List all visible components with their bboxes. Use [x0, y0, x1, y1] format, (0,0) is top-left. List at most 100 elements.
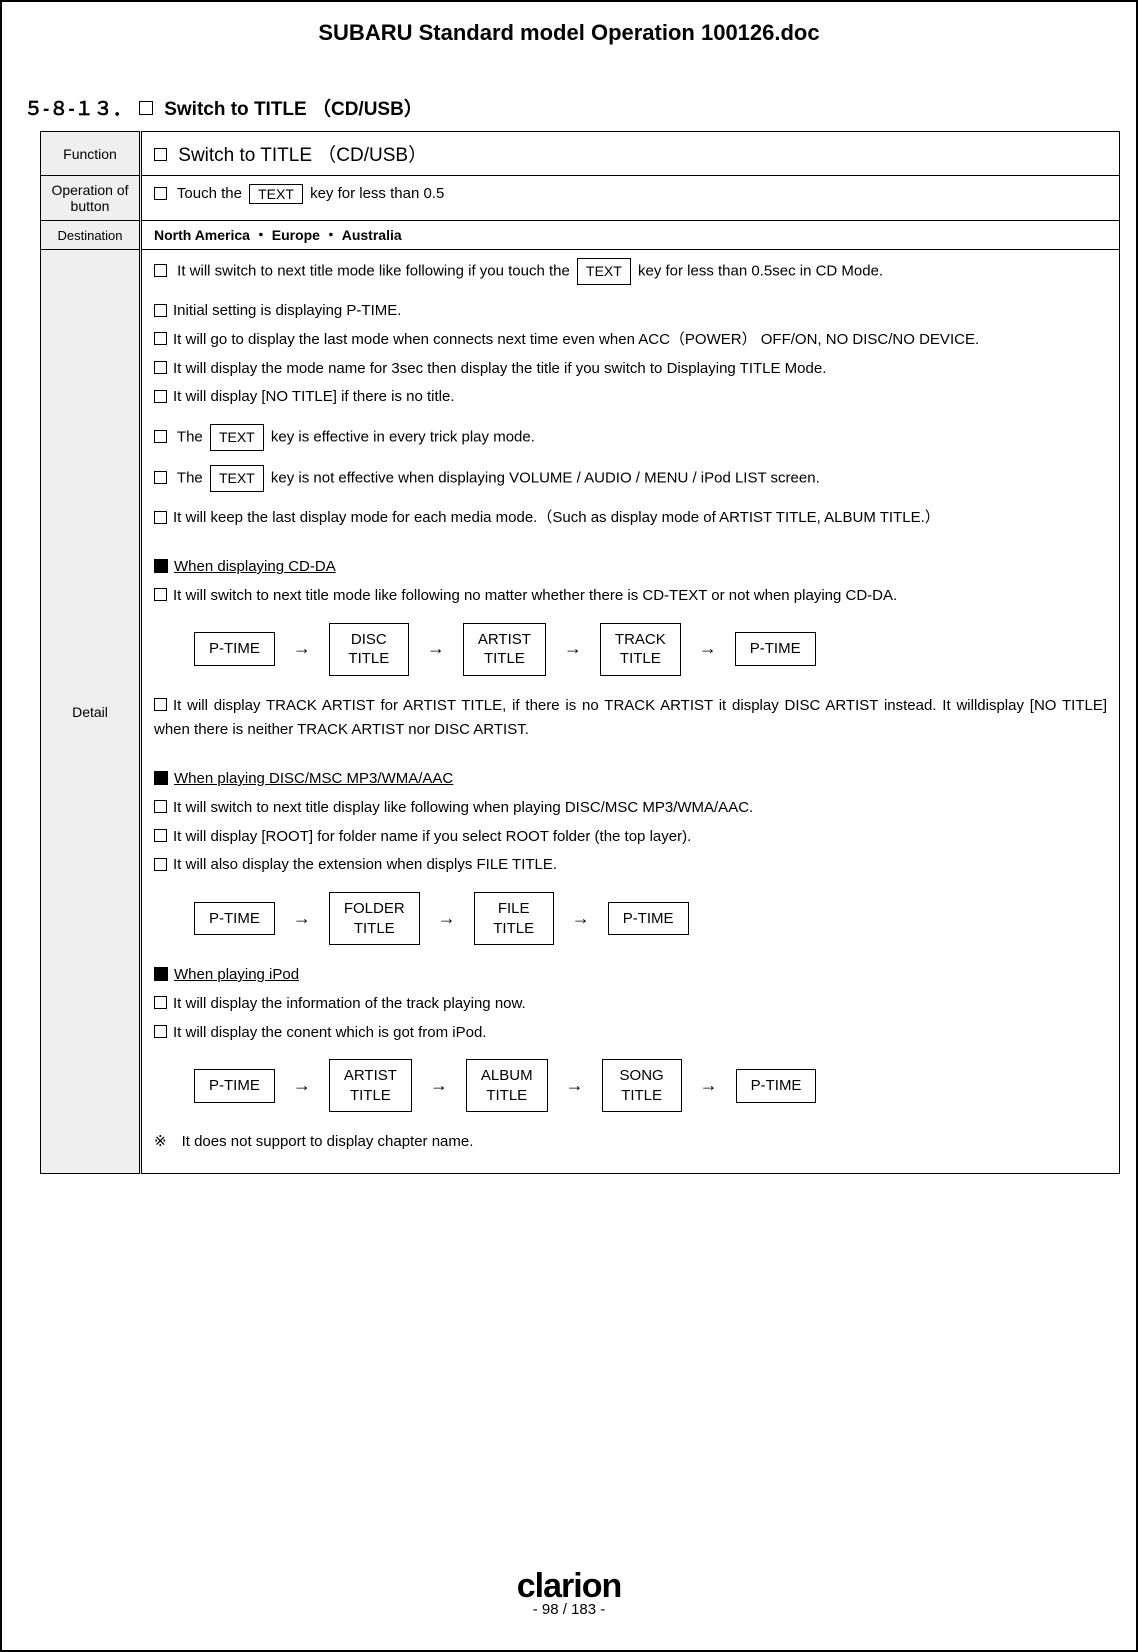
black-square-icon: [154, 771, 168, 785]
arrow-icon: →: [438, 904, 456, 934]
flow-box: P-TIME: [736, 1069, 817, 1103]
detail-line: It will display [NO TITLE] if there is n…: [154, 385, 1107, 410]
checkbox-icon: [154, 332, 167, 345]
arrow-icon: →: [564, 634, 582, 664]
section-heading: ５-８-１３． Switch to TITLE （CD/USB）: [24, 94, 1116, 121]
black-square-icon: [154, 559, 168, 573]
checkbox-icon: [154, 430, 167, 443]
arrow-icon: →: [700, 1071, 718, 1101]
text: Initial setting is displaying P-TIME.: [173, 302, 401, 319]
text-key-icon: TEXT: [249, 184, 303, 204]
text: It will keep the last display mode for e…: [173, 509, 940, 526]
subsection-heading: When playing DISC/MSC MP3/WMA/AAC: [154, 767, 1107, 792]
detail-line: It will also display the extension when …: [154, 853, 1107, 878]
text: key is effective in every trick play mod…: [271, 429, 535, 446]
text: It will go to display the last mode when…: [173, 331, 979, 348]
arrow-icon: →: [566, 1071, 584, 1101]
flow-box: ALBUMTITLE: [466, 1059, 548, 1112]
detail-line: It will switch to next title mode like f…: [154, 584, 1107, 609]
text: It will display [NO TITLE] if there is n…: [173, 388, 454, 405]
text: It will also display the extension when …: [173, 856, 557, 873]
checkbox-icon: [154, 800, 167, 813]
flow-box: FOLDERTITLE: [329, 892, 420, 945]
subsection-heading: When playing iPod: [154, 963, 1107, 988]
checkbox-icon: [154, 390, 167, 403]
detail-line: It will switch to next title display lik…: [154, 796, 1107, 821]
text: The: [177, 470, 203, 487]
row-operation: Operation of button Touch the TEXT key f…: [41, 176, 1120, 221]
arrow-icon: →: [430, 1071, 448, 1101]
checkbox-icon: [154, 588, 167, 601]
flow-box: SONGTITLE: [602, 1059, 682, 1112]
checkbox-icon: [154, 187, 167, 200]
flow-ipod: P-TIME → ARTISTTITLE → ALBUMTITLE → SONG…: [194, 1059, 1107, 1112]
value-function: Switch to TITLE （CD/USB）: [141, 132, 1120, 176]
detail-line: It will display the conent which is got …: [154, 1021, 1107, 1046]
text: It will switch to next title mode like f…: [177, 263, 570, 280]
arrow-icon: →: [293, 904, 311, 934]
footnote: ※ It does not support to display chapter…: [154, 1130, 1107, 1155]
text: It will display the information of the t…: [173, 995, 526, 1012]
text: When playing DISC/MSC MP3/WMA/AAC: [174, 770, 453, 787]
label-destination: Destination: [41, 221, 141, 250]
text: It will switch to next title display lik…: [173, 799, 753, 816]
detail-line: It will keep the last display mode for e…: [154, 506, 1107, 531]
checkbox-icon: [154, 148, 167, 161]
detail-line: It will go to display the last mode when…: [154, 328, 1107, 353]
brand-logo: clarion: [2, 1569, 1136, 1603]
text-key-icon: TEXT: [210, 465, 264, 492]
checkbox-icon: [139, 101, 153, 115]
flow-box: TRACKTITLE: [600, 623, 681, 676]
text-key-icon: TEXT: [210, 424, 264, 451]
flow-cdda: P-TIME → DISCTITLE → ARTISTTITLE → TRACK…: [194, 623, 1107, 676]
row-detail: Detail It will switch to next title mode…: [41, 250, 1120, 1174]
checkbox-icon: [154, 996, 167, 1009]
value-operation: Touch the TEXT key for less than 0.5: [141, 176, 1120, 221]
page-footer: clarion - 98 / 183 -: [2, 1569, 1136, 1618]
row-function: Function Switch to TITLE （CD/USB）: [41, 132, 1120, 176]
detail-line: The TEXT key is effective in every trick…: [154, 424, 1107, 451]
text: It will display [ROOT] for folder name i…: [173, 828, 691, 845]
black-square-icon: [154, 967, 168, 981]
value-destination: North America ・ Europe ・ Australia: [141, 221, 1120, 250]
flow-box: DISCTITLE: [329, 623, 409, 676]
text: It will display the conent which is got …: [173, 1024, 486, 1041]
arrow-icon: →: [293, 1071, 311, 1101]
flow-box: FILETITLE: [474, 892, 554, 945]
text: key for less than 0.5sec in CD Mode.: [638, 263, 883, 280]
checkbox-icon: [154, 698, 167, 711]
checkbox-icon: [154, 264, 167, 277]
page-number: - 98 / 183 -: [2, 1601, 1136, 1618]
flow-box: P-TIME: [194, 632, 275, 666]
text: key is not effective when displaying VOL…: [271, 470, 820, 487]
checkbox-icon: [154, 304, 167, 317]
checkbox-icon: [154, 1025, 167, 1038]
text: When playing iPod: [174, 966, 299, 983]
detail-line: It will display the mode name for 3sec t…: [154, 357, 1107, 382]
detail-line: The TEXT key is not effective when displ…: [154, 465, 1107, 492]
detail-line: It will display the information of the t…: [154, 992, 1107, 1017]
section-number: ５-８-１３．: [24, 99, 132, 120]
text: It will display the mode name for 3sec t…: [173, 360, 826, 377]
text: When displaying CD-DA: [174, 558, 336, 575]
spec-table: Function Switch to TITLE （CD/USB） Operat…: [40, 131, 1120, 1174]
arrow-icon: →: [572, 904, 590, 934]
subsection-heading: When displaying CD-DA: [154, 555, 1107, 580]
flow-box: P-TIME: [194, 1069, 275, 1103]
flow-box: P-TIME: [608, 902, 689, 936]
flow-mp3: P-TIME → FOLDERTITLE → FILETITLE → P-TIM…: [194, 892, 1107, 945]
arrow-icon: →: [699, 634, 717, 664]
text: The: [177, 429, 203, 446]
flow-box: ARTISTTITLE: [329, 1059, 412, 1112]
row-destination: Destination North America ・ Europe ・ Aus…: [41, 221, 1120, 250]
checkbox-icon: [154, 511, 167, 524]
detail-line: It will switch to next title mode like f…: [154, 258, 1107, 285]
detail-line: It will display [ROOT] for folder name i…: [154, 825, 1107, 850]
document-title: SUBARU Standard model Operation 100126.d…: [22, 20, 1116, 46]
label-function: Function: [41, 132, 141, 176]
flow-box: P-TIME: [194, 902, 275, 936]
checkbox-icon: [154, 471, 167, 484]
section-title: Switch to TITLE （CD/USB）: [164, 99, 423, 120]
checkbox-icon: [154, 858, 167, 871]
text: It will display TRACK ARTIST for ARTIST …: [154, 697, 1107, 739]
